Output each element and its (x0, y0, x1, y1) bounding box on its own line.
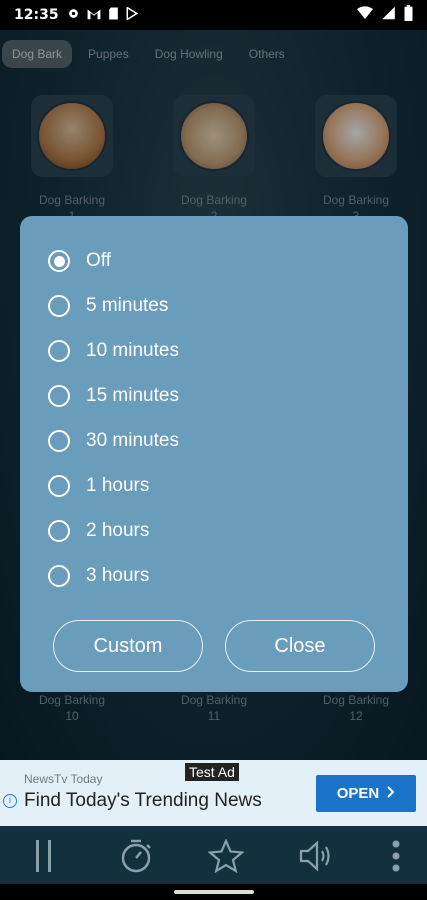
home-indicator[interactable] (174, 890, 254, 894)
play-store-icon (126, 6, 138, 23)
radio-icon (48, 475, 70, 497)
ad-open-button[interactable]: OPEN (316, 775, 416, 812)
option-30-minutes[interactable]: 30 minutes (48, 426, 179, 456)
option-1-hours[interactable]: 1 hours (48, 471, 149, 501)
battery-icon (404, 5, 413, 25)
option-off[interactable]: Off (48, 246, 111, 276)
radio-selected-icon (48, 250, 70, 272)
ad-source: NewsTv Today (24, 772, 103, 786)
info-icon[interactable]: i (3, 794, 17, 808)
chevron-right-icon (387, 785, 395, 802)
radio-icon (48, 520, 70, 542)
wifi-icon (357, 6, 373, 24)
option-2-hours[interactable]: 2 hours (48, 516, 149, 546)
option-10-minutes[interactable]: 10 minutes (48, 336, 179, 366)
volume-icon[interactable] (297, 836, 337, 876)
status-time: 12:35 (14, 7, 59, 23)
sd-card-icon (108, 7, 119, 23)
sleep-timer-dialog: Off 5 minutes 10 minutes 15 minutes 30 m… (20, 216, 408, 692)
option-5-minutes[interactable]: 5 minutes (48, 291, 168, 321)
custom-button[interactable]: Custom (53, 620, 203, 672)
gear-icon (67, 7, 80, 23)
gmail-icon (87, 8, 101, 23)
radio-icon (48, 340, 70, 362)
screen: 12:35 Dog Bark Puppes Dog Howling Others… (0, 0, 427, 900)
bottom-toolbar (0, 826, 427, 884)
timer-icon[interactable] (116, 836, 156, 876)
signal-icon (381, 6, 396, 24)
radio-icon (48, 565, 70, 587)
radio-icon (48, 430, 70, 452)
pause-icon[interactable] (25, 836, 65, 876)
ad-title: Find Today's Trending News (24, 790, 262, 811)
system-nav-bar (0, 884, 427, 900)
close-button[interactable]: Close (225, 620, 375, 672)
option-3-hours[interactable]: 3 hours (48, 561, 149, 591)
star-icon[interactable] (206, 836, 246, 876)
test-ad-badge: Test Ad (185, 763, 239, 781)
more-vertical-icon[interactable] (376, 836, 416, 876)
radio-icon (48, 295, 70, 317)
radio-icon (48, 385, 70, 407)
option-15-minutes[interactable]: 15 minutes (48, 381, 179, 411)
status-bar: 12:35 (0, 0, 427, 30)
